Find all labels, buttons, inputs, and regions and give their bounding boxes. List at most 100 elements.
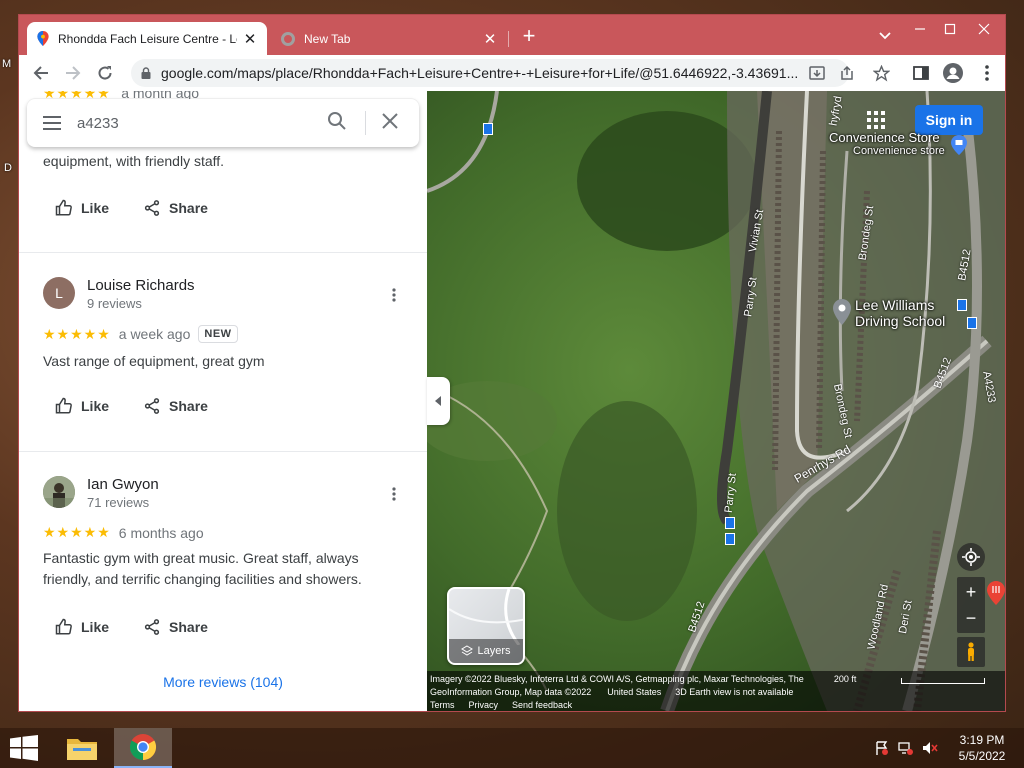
network-icon[interactable] [896, 728, 916, 768]
install-app-icon[interactable] [807, 63, 827, 83]
like-label: Like [81, 398, 110, 414]
share-button[interactable]: Share [143, 618, 208, 636]
minimize-icon[interactable] [903, 15, 937, 43]
thumbs-up-icon [55, 199, 72, 216]
zoom-in-plus-icon[interactable]: + [966, 579, 977, 605]
review-actions: Like Share [55, 397, 242, 415]
share-button[interactable]: Share [143, 397, 208, 415]
share-label: Share [169, 398, 208, 414]
profile-avatar-icon[interactable] [943, 63, 963, 83]
desktop-icon-label: D [4, 162, 12, 174]
avatar[interactable] [43, 476, 75, 508]
more-options-icon[interactable] [391, 288, 397, 302]
thumbs-up-icon [55, 618, 72, 635]
review-actions: Like Share [55, 199, 242, 217]
region-link[interactable]: United States [607, 686, 661, 699]
search-icon[interactable] [327, 111, 347, 136]
close-icon[interactable] [381, 112, 399, 135]
place-label-driving-school-line1[interactable]: Lee Williams [855, 297, 934, 313]
share-button[interactable]: Share [143, 199, 208, 217]
scale-label[interactable]: 200 ft [834, 673, 857, 686]
restaurant-pin-icon[interactable] [987, 581, 1005, 605]
tab-search-chevron-icon[interactable] [877, 27, 893, 43]
zoom-control: + − [957, 577, 985, 633]
google-apps-icon[interactable] [867, 111, 885, 129]
share-label: Share [169, 619, 208, 635]
bus-stop-icon[interactable] [483, 123, 493, 135]
hamburger-menu-icon[interactable] [27, 99, 77, 147]
bus-stop-icon[interactable] [725, 517, 735, 529]
tab-separator [508, 31, 509, 47]
tab-new-tab[interactable]: New Tab ✕ [271, 22, 507, 55]
my-location-icon[interactable] [957, 543, 985, 571]
share-icon [144, 619, 160, 635]
close-window-icon[interactable] [967, 15, 1001, 43]
review-text: Vast range of equipment, great gym [43, 353, 265, 369]
reviewer-name[interactable]: Ian Gwyon [87, 476, 159, 493]
forward-arrow-icon[interactable] [59, 59, 87, 87]
street-view-pegman-icon[interactable] [957, 637, 985, 667]
place-label-convenience-store[interactable]: Convenience Store [829, 130, 940, 145]
send-feedback-link[interactable]: Send feedback [512, 699, 572, 711]
more-reviews-link[interactable]: More reviews (104) [19, 674, 427, 690]
reviewer-review-count: 71 reviews [87, 495, 150, 510]
taskbar: 3:19 PM 5/5/2022 [0, 728, 1024, 768]
windows-start-icon[interactable] [0, 728, 48, 768]
review-rating: ★★★★★ 6 months ago [43, 524, 204, 541]
close-tab-icon[interactable]: ✕ [243, 30, 257, 48]
chrome-taskbar-icon[interactable] [114, 728, 172, 768]
zoom-out-minus-icon[interactable]: − [966, 605, 977, 631]
chevron-left-icon [434, 396, 441, 406]
lock-icon [141, 67, 151, 79]
reviews-panel: ★★★★★ a month ago equipment, with friend… [19, 91, 427, 711]
flag-notification-icon[interactable] [872, 728, 892, 768]
review-divider [19, 451, 427, 452]
bus-stop-icon[interactable] [725, 533, 735, 545]
address-bar[interactable]: google.com/maps/place/Rhondda+Fach+Leisu… [131, 59, 849, 87]
side-panel-icon[interactable] [911, 63, 931, 83]
review-text: equipment, with friendly staff. [43, 153, 225, 169]
search-input[interactable] [77, 114, 307, 132]
like-button[interactable]: Like [55, 397, 109, 415]
layers-button[interactable]: Layers [447, 587, 525, 665]
store-pin-icon[interactable] [951, 135, 967, 155]
new-tab-plus-icon[interactable]: + [517, 23, 541, 49]
reload-icon[interactable] [91, 59, 119, 87]
review-actions: Like Share [55, 618, 242, 636]
terms-link[interactable]: Terms [430, 699, 455, 711]
maximize-icon[interactable] [933, 15, 967, 43]
more-options-icon[interactable] [391, 487, 397, 501]
new-badge: NEW [198, 325, 238, 343]
close-tab-icon[interactable]: ✕ [483, 30, 497, 48]
system-clock[interactable]: 3:19 PM 5/5/2022 [950, 732, 1014, 764]
file-explorer-icon[interactable] [56, 728, 108, 768]
like-button[interactable]: Like [55, 618, 109, 636]
like-button[interactable]: Like [55, 199, 109, 217]
back-arrow-icon[interactable] [27, 59, 55, 87]
reviewer-name[interactable]: Louise Richards [87, 277, 195, 294]
browser-menu-icon[interactable] [977, 63, 997, 83]
tab-maps[interactable]: Rhondda Fach Leisure Centre - Le ✕ [27, 22, 267, 55]
bus-stop-icon[interactable] [957, 299, 967, 311]
bus-stop-icon[interactable] [967, 317, 977, 329]
bookmark-star-icon[interactable] [871, 63, 891, 83]
volume-muted-icon[interactable] [920, 728, 940, 768]
review-text: Fantastic gym with great music. Great st… [43, 550, 362, 587]
clock-date: 5/5/2022 [958, 749, 1006, 763]
review-divider [19, 252, 427, 253]
collapse-panel-button[interactable] [427, 377, 450, 425]
privacy-link[interactable]: Privacy [469, 699, 499, 711]
place-label-driving-school-line2[interactable]: Driving School [855, 313, 945, 329]
layers-thumbnail [449, 589, 523, 645]
like-label: Like [81, 200, 110, 216]
avatar[interactable]: L [43, 277, 75, 309]
map-data-credit: GeoInformation Group, Map data ©2022 [430, 687, 592, 697]
star-rating: ★★★★★ [43, 524, 111, 540]
satellite-map[interactable]: Sign in Convenience Store Convenience st… [427, 91, 1005, 711]
maps-pin-icon [37, 31, 49, 46]
share-page-icon[interactable] [837, 63, 857, 83]
map-pin-icon[interactable] [833, 299, 851, 325]
like-label: Like [81, 619, 110, 635]
tab-title: New Tab [304, 31, 351, 46]
star-rating: ★★★★★ [43, 325, 111, 342]
